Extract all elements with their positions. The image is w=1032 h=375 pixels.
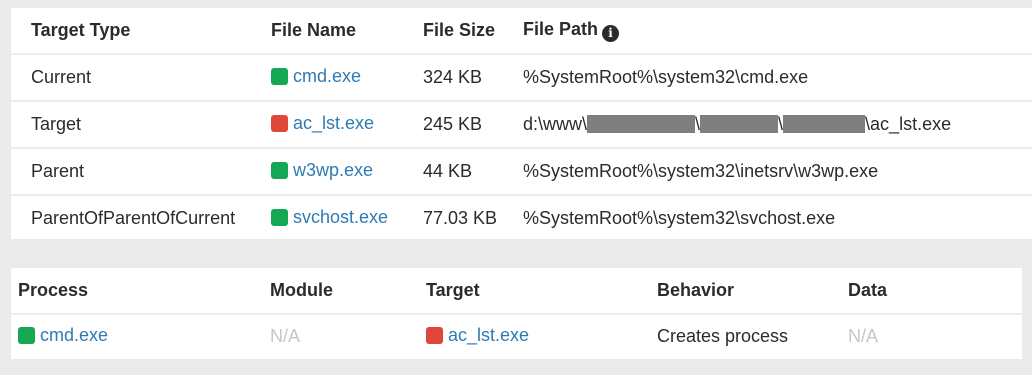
process-name-text[interactable]: cmd.exe [40, 325, 108, 346]
file-name-link[interactable]: ac_lst.exe [271, 113, 374, 134]
status-red-icon [426, 326, 443, 344]
header-file-size: File Size [423, 20, 496, 40]
process-link[interactable]: cmd.exe [18, 325, 108, 346]
info-circle-icon[interactable]: i [602, 24, 620, 42]
file-name-text[interactable]: cmd.exe [293, 66, 361, 87]
file-size-cell: 77.03 KB [423, 194, 523, 241]
behavior-table: Process Module Target Behavior Data cmd.… [11, 268, 1022, 358]
file-path-suffix: \ac_lst.exe [865, 114, 952, 134]
header-file-path: File Path i [523, 8, 1032, 54]
target-type-cell: Target [11, 100, 271, 148]
target-type-cell: ParentOfParentOfCurrent [11, 194, 271, 241]
target-type-cell: Current [11, 53, 271, 101]
status-green-icon [18, 326, 35, 344]
redaction-block [700, 115, 779, 133]
file-name-link[interactable]: w3wp.exe [271, 160, 373, 181]
file-name-text[interactable]: svchost.exe [293, 207, 388, 228]
file-path-cell: %SystemRoot%\system32\svchost.exe [523, 194, 1032, 241]
behavior-table-header-row: Process Module Target Behavior Data [11, 268, 1022, 314]
file-size-cell: 324 KB [423, 53, 523, 101]
behavior-cell: Creates process [657, 313, 848, 358]
file-name-link[interactable]: cmd.exe [271, 66, 361, 87]
status-green-icon [271, 208, 288, 226]
redaction-block [783, 115, 866, 133]
header-file-name: File Name [271, 20, 357, 40]
file-path-prefix: d:\www\ [523, 114, 588, 134]
table-row: Parent w3wp.exe 44 KB %SystemRoot%\syste… [11, 147, 1032, 195]
file-size-cell: 44 KB [423, 147, 523, 195]
table-row: Current cmd.exe 324 KB %SystemRoot%\syst… [11, 53, 1032, 101]
target-table-header-row: Target Type File Name File Size File Pat… [11, 8, 1032, 54]
file-name-text[interactable]: w3wp.exe [293, 160, 373, 181]
status-green-icon [271, 67, 288, 85]
header-process: Process [18, 280, 89, 300]
status-green-icon [271, 161, 288, 179]
header-behavior: Behavior [657, 280, 735, 300]
file-path-cell: d:\www\ \ \ \ac_lst.exe [523, 100, 1032, 148]
redaction-block [587, 115, 696, 133]
header-file-path-label: File Path [523, 19, 599, 40]
file-name-text[interactable]: ac_lst.exe [293, 113, 374, 134]
target-table: Target Type File Name File Size File Pat… [11, 8, 1032, 241]
status-red-icon [271, 114, 288, 132]
behavior-table-panel: Process Module Target Behavior Data cmd.… [11, 268, 1022, 359]
target-link[interactable]: ac_lst.exe [426, 325, 529, 346]
file-size-cell: 245 KB [423, 100, 523, 148]
module-cell: N/A [270, 313, 426, 358]
table-row: Target ac_lst.exe 245 KB d:\www\ \ \ \ac_ls… [11, 100, 1032, 148]
table-row: ParentOfParentOfCurrent svchost.exe 77.0… [11, 194, 1032, 241]
file-path-cell: %SystemRoot%\system32\inetsrv\w3wp.exe [523, 147, 1032, 195]
header-target: Target [426, 280, 480, 300]
file-name-link[interactable]: svchost.exe [271, 207, 388, 228]
header-data: Data [848, 280, 888, 300]
target-table-panel: Target Type File Name File Size File Pat… [11, 8, 1032, 241]
header-module: Module [270, 280, 333, 300]
table-row: cmd.exe N/A ac_lst.exe Creates process N… [11, 313, 1022, 358]
file-path-cell: %SystemRoot%\system32\cmd.exe [523, 53, 1032, 101]
target-type-cell: Parent [11, 147, 271, 195]
data-cell: N/A [848, 313, 1022, 358]
header-target-type: Target Type [31, 20, 131, 40]
target-name-text[interactable]: ac_lst.exe [448, 325, 529, 346]
